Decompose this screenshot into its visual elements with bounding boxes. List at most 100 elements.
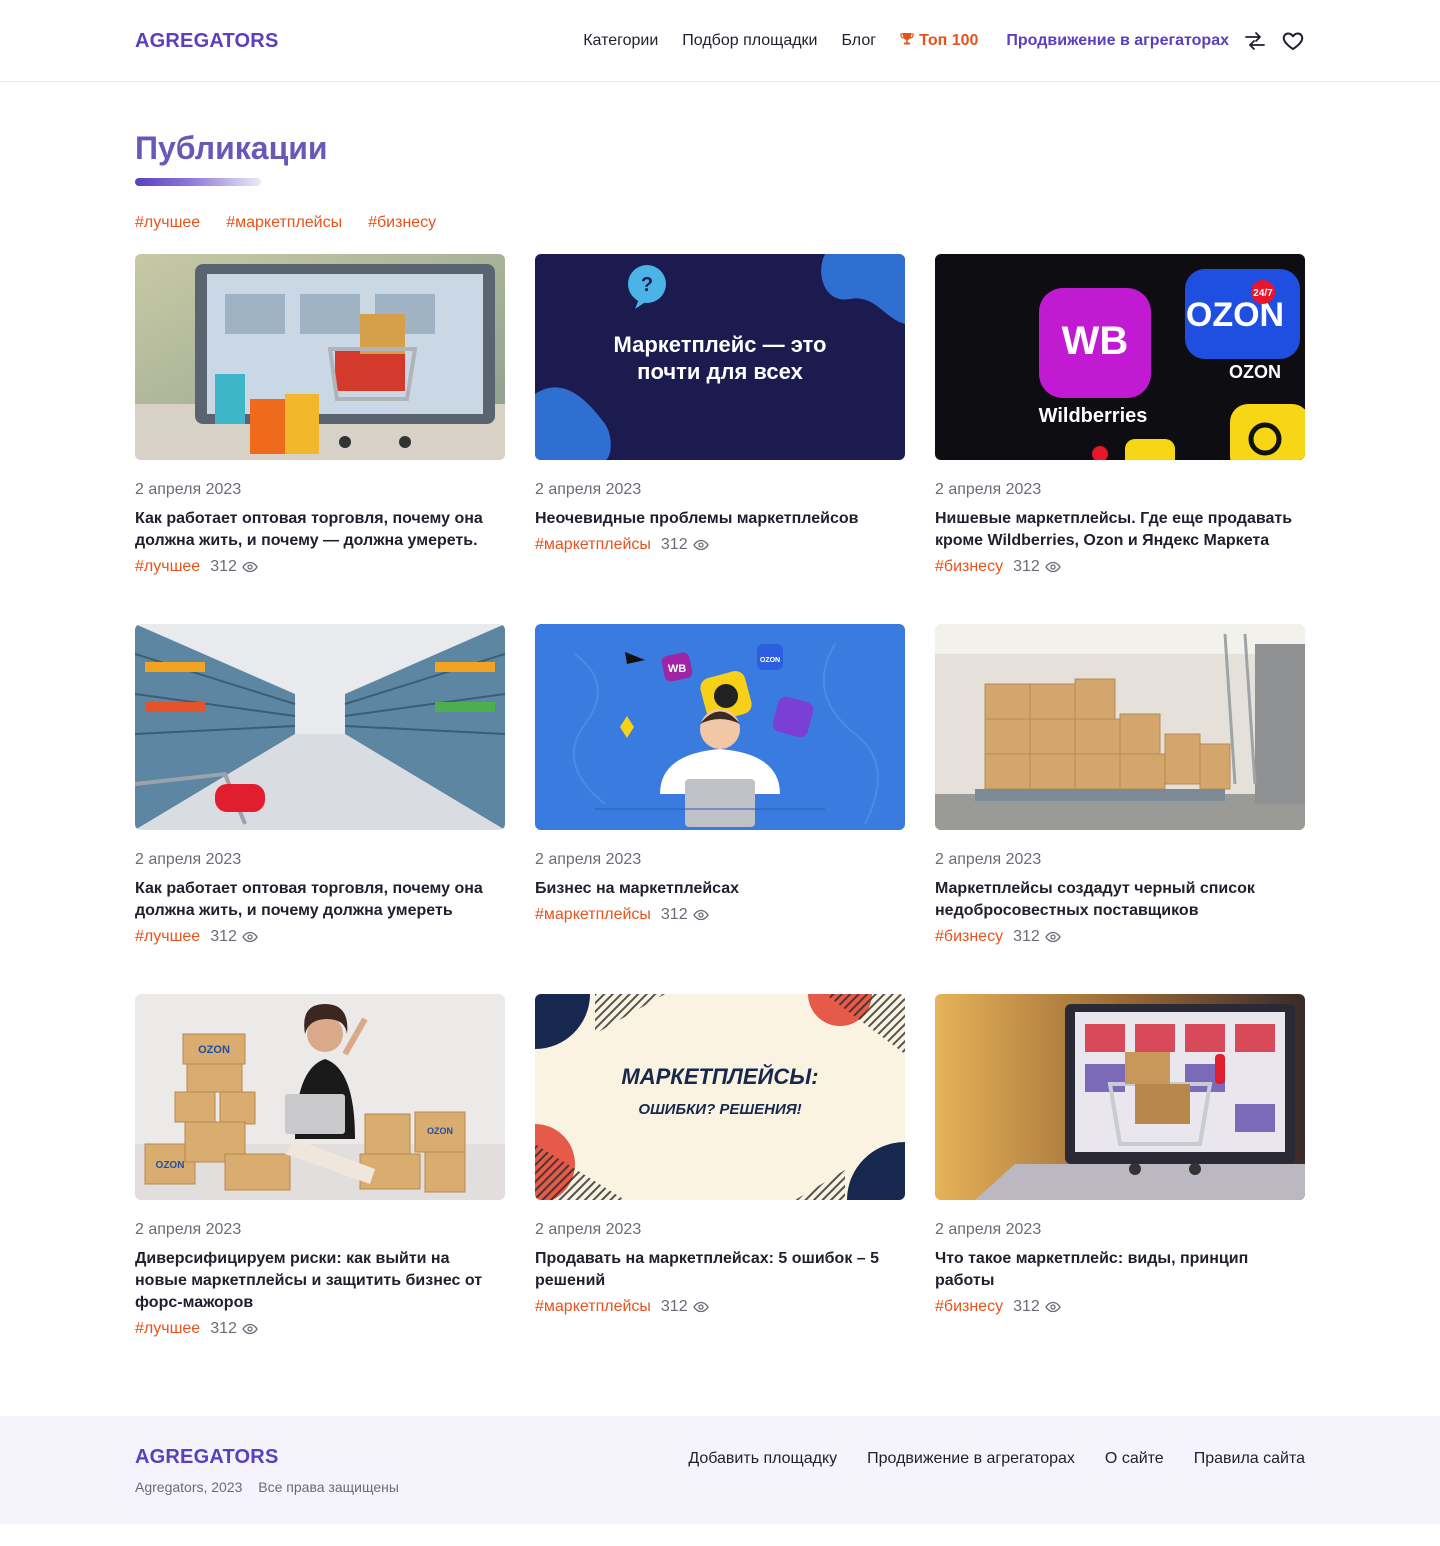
eye-icon xyxy=(242,931,258,943)
footer-logo[interactable]: AGREGATORS xyxy=(135,1446,279,1468)
post-tag[interactable]: #бизнесу xyxy=(935,558,1003,576)
compare-arrows-icon[interactable] xyxy=(1243,29,1267,53)
post-tag[interactable]: #лучшее xyxy=(135,928,200,946)
nav-promotion[interactable]: Продвижение в агрегаторах xyxy=(1006,32,1229,50)
tag-filter: #лучшее #маркетплейсы #бизнесу xyxy=(135,214,1305,232)
post-title[interactable]: Нишевые маркетплейсы. Где еще продавать … xyxy=(935,508,1305,552)
heart-icon[interactable] xyxy=(1281,29,1305,53)
post-tag[interactable]: #лучшее xyxy=(135,1320,200,1338)
nav-blog[interactable]: Блог xyxy=(841,32,876,50)
post-card[interactable]: 2 апреля 2023 Маркетплейсы создадут черн… xyxy=(935,624,1305,994)
post-date: 2 апреля 2023 xyxy=(535,851,642,868)
post-title[interactable]: Диверсифицируем риски: как выйти на новы… xyxy=(135,1248,505,1314)
post-image[interactable]: МАРКЕТПЛЕЙСЫ: ОШИБКИ? РЕШЕНИЯ! xyxy=(535,994,905,1200)
post-card[interactable]: 2 апреля 2023 Что такое маркетплейс: вид… xyxy=(935,994,1305,1338)
post-tag[interactable]: #бизнесу xyxy=(935,1298,1003,1316)
post-image[interactable] xyxy=(935,994,1305,1200)
rights-text: Все права защищены xyxy=(258,1479,399,1495)
post-meta: #маркетплейсы 312 xyxy=(535,536,905,554)
eye-icon xyxy=(692,1301,709,1313)
eye-icon xyxy=(1045,561,1061,573)
image-label-ozon: OZON xyxy=(760,657,780,664)
eye-icon xyxy=(242,561,258,573)
post-image[interactable]: WB Wildberries OZON 24/7 OZON xyxy=(935,254,1305,460)
post-image[interactable]: ? Маркетплейс — это почти для всех xyxy=(535,254,905,460)
eye-icon xyxy=(692,909,709,921)
post-tag[interactable]: #маркетплейсы xyxy=(535,536,651,554)
post-views: 312 xyxy=(1013,558,1040,575)
post-card[interactable]: OZON OZON OZON 2 апреля 2023 Диверсифици… xyxy=(135,994,505,1338)
post-title[interactable]: Что такое маркетплейс: виды, принцип раб… xyxy=(935,1248,1305,1292)
post-views: 312 xyxy=(660,536,688,553)
image-label-wb: WB xyxy=(668,663,686,675)
post-meta: #лучшее 312 xyxy=(135,928,505,946)
footer-link-rules[interactable]: Правила сайта xyxy=(1194,1450,1305,1524)
trophy-icon xyxy=(900,32,914,51)
copyright-text: Agregators, 2023 xyxy=(135,1479,243,1495)
post-tag[interactable]: #лучшее xyxy=(135,558,200,576)
post-date: 2 апреля 2023 xyxy=(935,481,1042,498)
nav-categories[interactable]: Категории xyxy=(583,32,658,50)
publications-section: Публикации #лучшее #маркетплейсы #бизнес… xyxy=(0,82,1440,1416)
site-header: AGREGATORS Категории Подбор площадки Бло… xyxy=(0,0,1440,82)
post-meta: #лучшее 312 xyxy=(135,1320,505,1338)
post-card[interactable]: ? Маркетплейс — это почти для всех 2 апр… xyxy=(535,254,905,624)
footer-link-add-platform[interactable]: Добавить площадку xyxy=(688,1450,837,1524)
eye-icon xyxy=(1045,931,1061,943)
post-meta: #маркетплейсы 312 xyxy=(535,906,905,924)
site-footer: AGREGATORS Agregators, 2023 Все права за… xyxy=(0,1416,1440,1524)
post-card[interactable]: WB Wildberries OZON 24/7 OZON 2 апреля 2… xyxy=(935,254,1305,624)
footer-link-about[interactable]: О сайте xyxy=(1105,1450,1164,1524)
eye-icon xyxy=(692,539,709,551)
post-meta: #бизнесу 312 xyxy=(935,1298,1305,1316)
post-image[interactable]: OZON OZON OZON xyxy=(135,994,505,1200)
post-meta: #маркетплейсы 312 xyxy=(535,1298,905,1316)
post-title[interactable]: Маркетплейсы создадут черный список недо… xyxy=(935,878,1305,922)
posts-grid: 2 апреля 2023 Как работает оптовая торго… xyxy=(135,254,1305,1338)
image-label-wildberries: Wildberries xyxy=(1039,405,1148,427)
post-tag[interactable]: #бизнесу xyxy=(935,928,1003,946)
post-views: 312 xyxy=(1013,928,1040,945)
post-title[interactable]: Как работает оптовая торговля, почему он… xyxy=(135,508,505,552)
footer-link-promotion[interactable]: Продвижение в агрегаторах xyxy=(867,1450,1075,1524)
image-label-ozon-2: OZON xyxy=(156,1160,185,1171)
post-date: 2 апреля 2023 xyxy=(935,851,1042,868)
svg-text:?: ? xyxy=(641,274,653,296)
footer-brand: AGREGATORS Agregators, 2023 Все права за… xyxy=(135,1446,399,1524)
post-date: 2 апреля 2023 xyxy=(135,481,242,498)
post-tag[interactable]: #маркетплейсы xyxy=(535,1298,651,1316)
post-date: 2 апреля 2023 xyxy=(535,481,642,498)
post-meta: #бизнесу 312 xyxy=(935,928,1305,946)
post-tag[interactable]: #маркетплейсы xyxy=(535,906,651,924)
post-title[interactable]: Неочевидные проблемы маркетплейсов xyxy=(535,508,905,530)
footer-copyright: Agregators, 2023 Все права защищены xyxy=(135,1479,399,1495)
post-views: 312 xyxy=(660,1298,688,1315)
post-card[interactable]: МАРКЕТПЛЕЙСЫ: ОШИБКИ? РЕШЕНИЯ! 2 апреля … xyxy=(535,994,905,1338)
tag-filter-marketplaces[interactable]: #маркетплейсы xyxy=(226,214,342,232)
image-caption-line-1: МАРКЕТПЛЕЙСЫ: xyxy=(621,1063,818,1089)
tag-filter-business[interactable]: #бизнесу xyxy=(368,214,436,232)
post-image[interactable] xyxy=(135,254,505,460)
post-title[interactable]: Бизнес на маркетплейсах xyxy=(535,878,905,900)
post-views: 312 xyxy=(660,906,688,923)
post-image[interactable] xyxy=(935,624,1305,830)
post-title[interactable]: Как работает оптовая торговля, почему он… xyxy=(135,878,505,922)
tag-filter-best[interactable]: #лучшее xyxy=(135,214,200,232)
image-label-ozon: OZON xyxy=(198,1044,230,1056)
site-logo[interactable]: AGREGATORS xyxy=(135,30,279,53)
nav-selection[interactable]: Подбор площадки xyxy=(682,32,817,50)
post-image[interactable] xyxy=(135,624,505,830)
post-card[interactable]: WB OZON 2 апреля 2023 Бизнес на маркетпл… xyxy=(535,624,905,994)
main-nav: Категории Подбор площадки Блог Топ 100 П… xyxy=(583,29,1305,53)
post-views: 312 xyxy=(210,558,237,575)
post-card[interactable]: 2 апреля 2023 Как работает оптовая торго… xyxy=(135,254,505,624)
eye-icon xyxy=(242,1323,258,1335)
post-date: 2 апреля 2023 xyxy=(135,1221,242,1238)
post-title[interactable]: Продавать на маркетплейсах: 5 ошибок – 5… xyxy=(535,1248,905,1292)
post-meta: #бизнесу 312 xyxy=(935,558,1305,576)
nav-top-100[interactable]: Топ 100 xyxy=(900,32,978,51)
post-card[interactable]: 2 апреля 2023 Как работает оптовая торго… xyxy=(135,624,505,994)
image-caption-line-1: Маркетплейс — это xyxy=(614,332,827,357)
image-label-ozon-caption: OZON xyxy=(1229,362,1281,382)
post-image[interactable]: WB OZON xyxy=(535,624,905,830)
